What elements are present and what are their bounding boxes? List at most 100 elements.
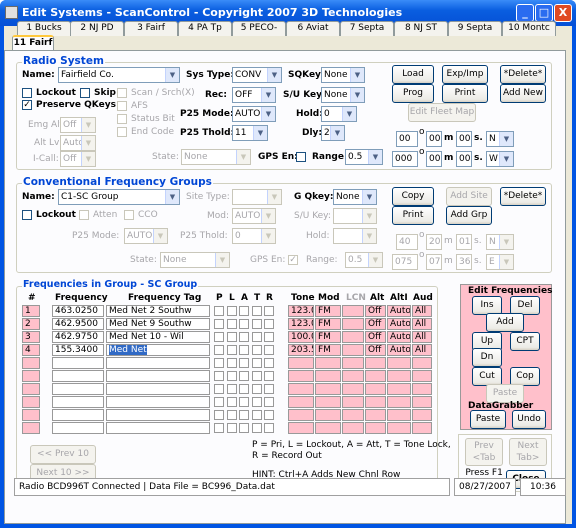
flag-checkbox[interactable] [251,319,262,329]
altl-cell[interactable] [387,396,411,408]
altl-cell[interactable] [387,383,411,395]
flag-checkbox[interactable] [264,397,274,407]
altl-cell[interactable]: Auto [387,305,411,317]
cpt-button[interactable]: CPT [510,332,540,351]
exp-imp-button[interactable]: Exp/Imp [442,65,488,84]
mod-cell[interactable] [315,422,341,434]
emg-alt-select[interactable]: Off ▼ [60,117,96,133]
load-button[interactable]: Load [392,65,434,84]
radio-name-select[interactable]: Fairfield Co. ▼ [58,67,180,83]
frequency-tag-cell[interactable] [106,396,210,408]
frequency-tag-cell[interactable]: Med Net 9 Southw [106,318,210,330]
flag-checkbox[interactable] [264,371,274,381]
tab-1[interactable]: 1 Bucks [17,21,71,36]
alt-cell[interactable]: Off [365,305,386,317]
flag-checkbox[interactable] [214,306,224,316]
alt-cell[interactable] [365,357,386,369]
dg-paste-button[interactable]: Paste [470,410,506,429]
afs-checkbox[interactable] [117,101,127,111]
alt-cell[interactable]: Off [365,318,386,330]
tab-11-fairf[interactable]: 11 Fairf [12,35,54,51]
tab-3[interactable]: 3 Fairf [124,21,178,36]
tone-cell[interactable] [288,370,314,382]
frequency-tag-cell[interactable]: Med Net 10 - Wil [106,331,210,343]
aud-cell[interactable]: All [412,305,432,317]
conv-lat-dir-select[interactable]: N ▼ [486,234,514,250]
conv-state-select[interactable]: None ▼ [160,252,230,268]
p25-thold-select[interactable]: 11 ▼ [232,125,268,141]
copy-group-button[interactable]: Copy [392,187,434,206]
lcn-cell[interactable] [342,396,364,408]
mod-cell[interactable] [315,396,341,408]
frequency-tag-cell[interactable] [106,357,210,369]
print-system-button[interactable]: Print [442,84,488,103]
lcn-cell[interactable] [342,331,364,343]
flag-checkbox[interactable] [226,397,237,407]
hold-select[interactable]: 0 ▼ [321,106,357,122]
mod-cell[interactable]: FM [315,318,341,330]
flag-checkbox[interactable] [239,306,249,316]
flag-checkbox[interactable] [264,306,274,316]
flag-checkbox[interactable] [239,345,249,355]
flag-checkbox[interactable] [226,306,237,316]
tab-7[interactable]: 7 Septa [340,21,394,36]
dn-button[interactable]: Dn [472,348,502,367]
frequency-cell[interactable] [52,357,104,369]
conv-lat-deg-input[interactable]: 40 [396,234,418,250]
alt-cell[interactable] [365,409,386,421]
flag-checkbox[interactable] [239,358,249,368]
flag-checkbox[interactable] [226,358,237,368]
aud-cell[interactable]: All [412,318,432,330]
lon-sec-input[interactable]: 00 [456,151,472,167]
conv-lon-dir-select[interactable]: E ▼ [486,254,514,270]
frequency-cell[interactable] [52,370,104,382]
tab-2[interactable]: 2 NJ PD [70,21,124,36]
mod-cell[interactable] [315,370,341,382]
flag-checkbox[interactable] [251,306,262,316]
lat-dir-select[interactable]: N ▼ [486,131,514,147]
add-site-button[interactable]: Add Site [446,187,492,206]
gps-en-checkbox[interactable] [296,152,306,162]
systype-select[interactable]: CONV ▼ [232,67,282,83]
lcn-cell[interactable] [342,305,364,317]
flag-checkbox[interactable] [226,319,237,329]
altl-cell[interactable]: Auto [387,318,411,330]
minimize-button[interactable]: _ [516,4,534,22]
flag-checkbox[interactable] [226,423,237,433]
flag-checkbox[interactable] [226,410,237,420]
tab-5[interactable]: 5 PECO- [232,21,286,36]
dly-select[interactable]: 2 ▼ [321,125,345,141]
prev-10-button[interactable]: << Prev 10 [30,445,96,464]
rec-select[interactable]: OFF ▼ [232,87,276,103]
frequency-tag-cell[interactable] [106,409,210,421]
flag-checkbox[interactable] [264,332,274,342]
flag-checkbox[interactable] [264,384,274,394]
tab-9[interactable]: 9 Septa [448,21,502,36]
tab-4[interactable]: 4 PA Tp [178,21,232,36]
lockout-checkbox[interactable] [22,88,32,98]
aud-cell[interactable] [412,357,432,369]
undo-button[interactable]: Undo [512,410,546,429]
tone-cell[interactable]: 123.0 [288,318,314,330]
conv-lon-deg-input[interactable]: 075 [392,254,418,270]
flag-checkbox[interactable] [264,345,274,355]
frequency-cell[interactable] [52,409,104,421]
tab-8[interactable]: 8 NJ ST [394,21,448,36]
add-grp-button[interactable]: Add Grp [446,206,492,225]
flag-checkbox[interactable] [214,423,224,433]
mod-cell[interactable]: FM [315,305,341,317]
range-select[interactable]: 0.5 ▼ [345,149,383,165]
alt-lvl-select[interactable]: Auto ▼ [60,135,96,151]
conv-hold-select[interactable]: ▼ [333,228,377,244]
lcn-cell[interactable] [342,318,364,330]
mod-cell[interactable]: FM [315,331,341,343]
lon-deg-input[interactable]: 000 [392,151,418,167]
state-select[interactable]: None ▼ [181,149,251,165]
frequency-cell[interactable]: 155.3400 [52,344,104,356]
flag-checkbox[interactable] [251,371,262,381]
flag-checkbox[interactable] [214,358,224,368]
conv-mod-select[interactable]: AUTO ▼ [232,208,276,224]
alt-cell[interactable]: Off [365,344,386,356]
flag-checkbox[interactable] [214,345,224,355]
frequency-tag-cell[interactable]: Med Net [106,344,210,356]
